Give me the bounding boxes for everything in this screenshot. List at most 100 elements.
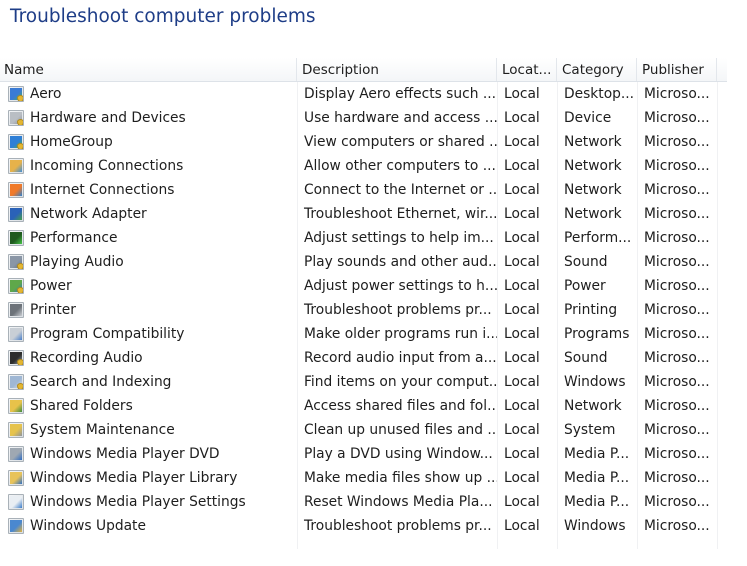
cell-name[interactable]: Incoming Connections <box>0 154 297 178</box>
icon-glyph <box>10 160 22 172</box>
cell-publisher: Microso... <box>644 230 710 246</box>
admin-shield-icon <box>17 287 23 293</box>
icon-glyph <box>10 208 22 220</box>
cell-name[interactable]: Performance <box>0 226 297 250</box>
cell-publisher: Microso... <box>644 374 710 390</box>
column-header-publisher[interactable]: Publisher <box>637 58 717 81</box>
cell-name[interactable]: Hardware and Devices <box>0 106 297 130</box>
list-item[interactable]: Windows Media Player Settings Reset Windo… <box>0 490 727 514</box>
list-item[interactable]: Incoming Connections Allow other computer… <box>0 154 727 178</box>
icon-glyph <box>10 328 22 340</box>
list-item[interactable]: System Maintenance Clean up unused files … <box>0 418 727 442</box>
list-item[interactable]: Power Adjust power settings to h... Local P… <box>0 274 727 298</box>
cell-publisher: Microso... <box>644 326 710 342</box>
cell-category: Desktop... <box>564 86 635 102</box>
admin-shield-icon <box>17 143 23 149</box>
cell-name[interactable]: Recording Audio <box>0 346 297 370</box>
cell-name[interactable]: Network Adapter <box>0 202 297 226</box>
admin-shield-icon <box>17 95 23 101</box>
list-item[interactable]: Windows Media Player DVD Play a DVD using… <box>0 442 727 466</box>
column-header-category[interactable]: Category <box>557 58 637 81</box>
cell-name[interactable]: Search and Indexing <box>0 370 297 394</box>
cell-name[interactable]: Shared Folders <box>0 394 297 418</box>
cell-name[interactable]: Windows Media Player Library <box>0 466 297 490</box>
rows-container: Aero Display Aero effects such ... Local De… <box>0 82 727 549</box>
cell-description: Access shared files and fol... <box>304 398 497 414</box>
system-maintenance-icon <box>8 422 24 438</box>
list-item[interactable]: Windows Media Player Library Make media f… <box>0 466 727 490</box>
list-item[interactable]: HomeGroup View computers or shared ... Loc… <box>0 130 727 154</box>
list-item[interactable]: Shared Folders Access shared files and fo… <box>0 394 727 418</box>
list-item[interactable]: Hardware and Devices Use hardware and acc… <box>0 106 727 130</box>
cell-publisher: Microso... <box>644 182 710 198</box>
cell-name[interactable]: Aero <box>0 82 297 106</box>
cell-category: Power <box>564 278 606 294</box>
list-item[interactable]: Internet Connections Connect to the Inter… <box>0 178 727 202</box>
page-title: Troubleshoot computer problems <box>10 6 316 27</box>
admin-shield-icon <box>17 383 23 389</box>
cell-publisher: Microso... <box>644 86 710 102</box>
cell-location: Local <box>504 254 540 270</box>
aero-icon <box>8 86 24 102</box>
list-item[interactable]: Printer Troubleshoot problems pr... Local P… <box>0 298 727 322</box>
cell-publisher: Microso... <box>644 110 710 126</box>
list-item[interactable]: Search and Indexing Find items on your co… <box>0 370 727 394</box>
cell-description: Display Aero effects such ... <box>304 86 496 102</box>
icon-glyph <box>10 448 22 460</box>
cell-description: Adjust power settings to h... <box>304 278 497 294</box>
admin-shield-icon <box>17 119 23 125</box>
cell-name[interactable]: Playing Audio <box>0 250 297 274</box>
performance-icon <box>8 230 24 246</box>
cell-description: Troubleshoot Ethernet, wir... <box>304 206 497 222</box>
wmp-dvd-icon <box>8 446 24 462</box>
icon-glyph <box>10 232 22 244</box>
cell-name[interactable]: Windows Media Player Settings <box>0 490 297 514</box>
cell-description: Reset Windows Media Pla... <box>304 494 493 510</box>
column-header-location[interactable]: Locat... <box>497 58 557 81</box>
cell-name[interactable]: Printer <box>0 298 297 322</box>
cell-category: Media P... <box>564 446 630 462</box>
cell-location: Local <box>504 350 540 366</box>
list-item[interactable]: Performance Adjust settings to help im...… <box>0 226 727 250</box>
icon-glyph <box>10 520 22 532</box>
cell-name[interactable]: Power <box>0 274 297 298</box>
list-item[interactable]: Aero Display Aero effects such ... Local De… <box>0 82 727 106</box>
cell-location: Local <box>504 182 540 198</box>
cell-publisher: Microso... <box>644 470 710 486</box>
cell-description: Play sounds and other aud... <box>304 254 497 270</box>
cell-description: Adjust settings to help im... <box>304 230 494 246</box>
cell-publisher: Microso... <box>644 206 710 222</box>
cell-name[interactable]: HomeGroup <box>0 130 297 154</box>
windows-update-icon <box>8 518 24 534</box>
cell-category: Network <box>564 398 622 414</box>
column-header-description[interactable]: Description <box>297 58 497 81</box>
cell-category: Media P... <box>564 470 630 486</box>
cell-location: Local <box>504 86 540 102</box>
cell-publisher: Microso... <box>644 158 710 174</box>
cell-name[interactable]: System Maintenance <box>0 418 297 442</box>
cell-location: Local <box>504 110 540 126</box>
cell-name[interactable]: Windows Media Player DVD <box>0 442 297 466</box>
cell-category: Network <box>564 134 622 150</box>
list-item[interactable]: Recording Audio Record audio input from a… <box>0 346 727 370</box>
cell-location: Local <box>504 134 540 150</box>
cell-name[interactable]: Windows Update <box>0 514 297 538</box>
cell-description: Troubleshoot problems pr... <box>304 302 492 318</box>
list-item[interactable]: Windows Update Troubleshoot problems pr..… <box>0 514 727 538</box>
incoming-connections-icon <box>8 158 24 174</box>
cell-publisher: Microso... <box>644 494 710 510</box>
list-item[interactable]: Program Compatibility Make older programs… <box>0 322 727 346</box>
shared-folders-icon <box>8 398 24 414</box>
column-header-name[interactable]: Name <box>0 58 297 81</box>
cell-location: Local <box>504 302 540 318</box>
troubleshooter-list: Name Description Locat... Category Publi… <box>0 58 747 549</box>
cell-location: Local <box>504 278 540 294</box>
list-item[interactable]: Playing Audio Play sounds and other aud..… <box>0 250 727 274</box>
cell-publisher: Microso... <box>644 446 710 462</box>
cell-name[interactable]: Program Compatibility <box>0 322 297 346</box>
list-item[interactable]: Network Adapter Troubleshoot Ethernet, wi… <box>0 202 727 226</box>
cell-name[interactable]: Internet Connections <box>0 178 297 202</box>
cell-location: Local <box>504 206 540 222</box>
printer-icon <box>8 302 24 318</box>
cell-category: Network <box>564 158 622 174</box>
